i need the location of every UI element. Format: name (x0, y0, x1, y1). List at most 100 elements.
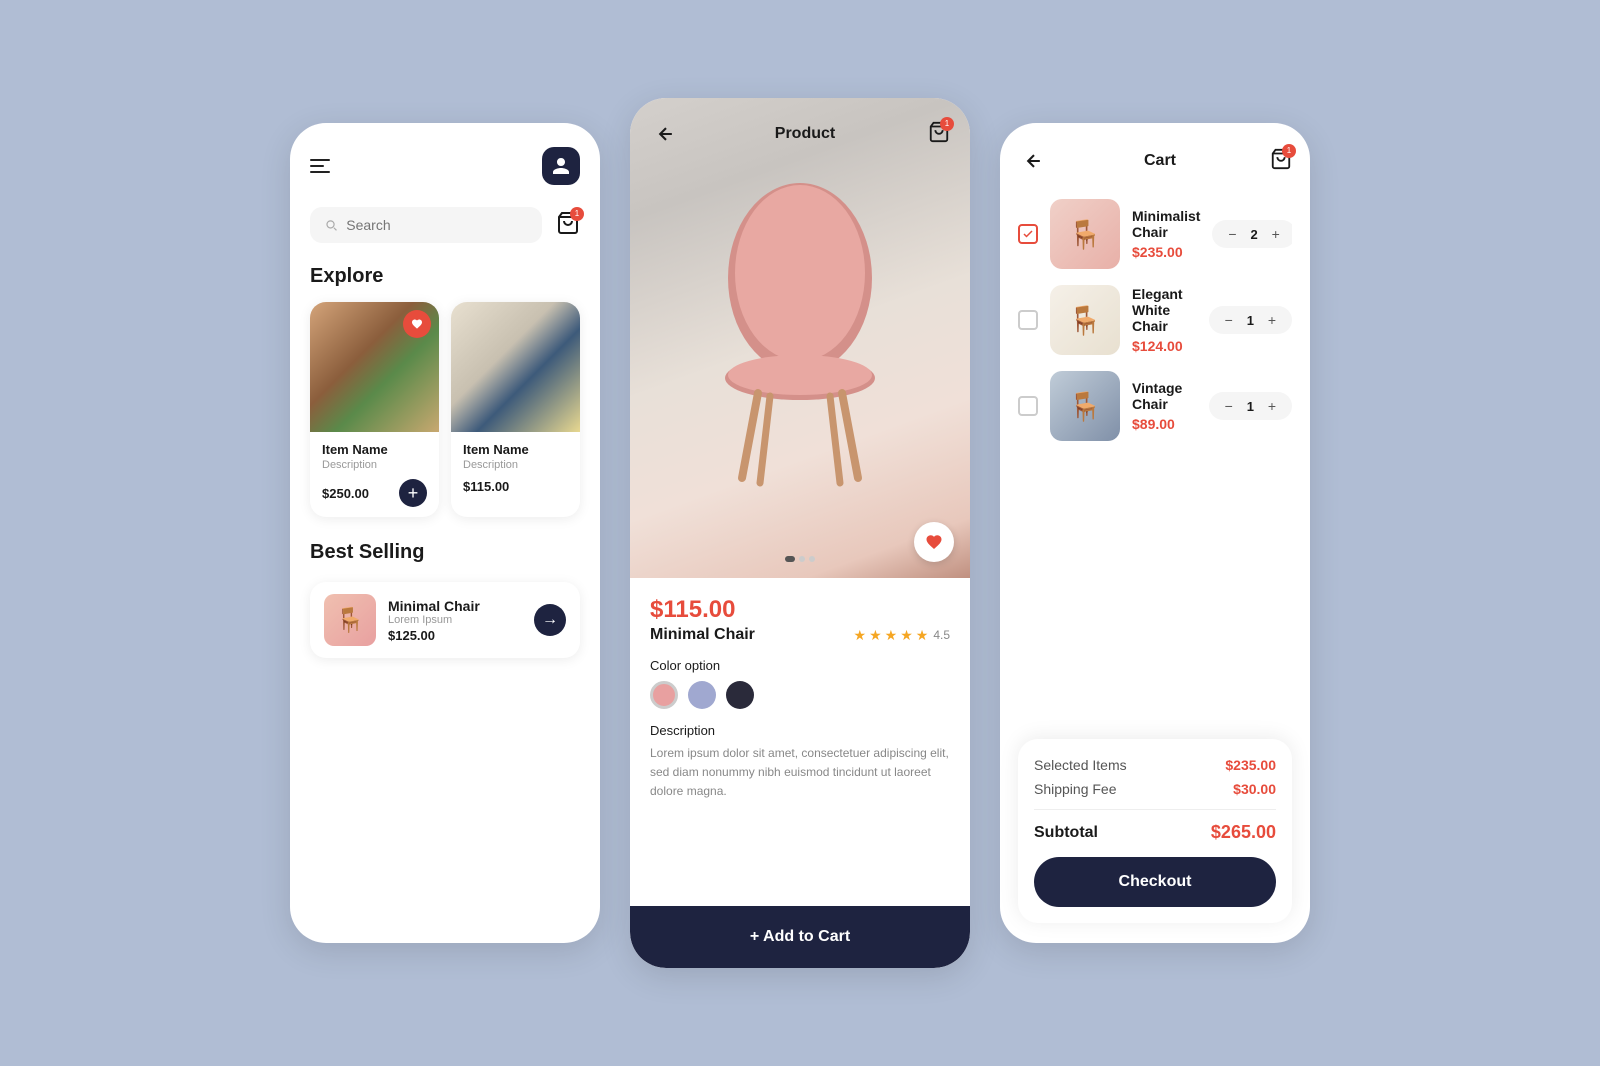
cart-screen: Cart 1 🪑 Minimalist Chair $235.00 − 2 (1000, 123, 1310, 943)
cart-button[interactable]: 1 (556, 211, 580, 240)
cart-item-details-1: Minimalist Chair $235.00 (1132, 208, 1200, 260)
description-label: Description (650, 723, 950, 738)
star-2: ★ (869, 627, 882, 644)
qty-control-1: − 2 + (1212, 220, 1292, 248)
best-selling-image: 🪑 (324, 594, 376, 646)
best-selling-sub: Lorem Ipsum (388, 614, 522, 626)
product-cart-button[interactable]: 1 (928, 121, 950, 148)
cart-item-1: 🪑 Minimalist Chair $235.00 − 2 + (1018, 199, 1292, 269)
product-price-large: $115.00 (650, 596, 950, 624)
checkout-label: Checkout (1119, 873, 1192, 890)
cart-item-name-3: Vintage Chair (1132, 380, 1197, 412)
cart-checkbox-1[interactable] (1018, 224, 1038, 244)
home-screen: 1 Explore Item Name Description $250.00 … (290, 123, 600, 943)
shipping-fee-row: Shipping Fee $30.00 (1034, 781, 1276, 797)
best-selling-info: Minimal Chair Lorem Ipsum $125.00 (388, 598, 522, 643)
best-selling-name: Minimal Chair (388, 598, 522, 614)
cart-item-details-2: Elegant White Chair $124.00 (1132, 286, 1197, 354)
stars-row: ★ ★ ★ ★ ★ 4.5 (854, 627, 951, 644)
product-header: Product 1 (650, 118, 950, 150)
selected-items-value: $235.00 (1225, 757, 1276, 773)
product-price-1: $250.00 (322, 486, 369, 501)
subtotal-label: Subtotal (1034, 824, 1098, 842)
product-screen: Product 1 (630, 98, 970, 968)
dot-1 (785, 556, 795, 562)
cart-item-price-1: $235.00 (1132, 244, 1200, 260)
cart-checkbox-2[interactable] (1018, 310, 1038, 330)
product-card-1[interactable]: Item Name Description $250.00 + (310, 302, 439, 517)
back-button[interactable] (650, 118, 682, 150)
cart-item-image-2: 🪑 (1050, 285, 1120, 355)
menu-icon[interactable] (310, 159, 330, 173)
color-option-label: Color option (650, 658, 950, 673)
qty-number-2: 1 (1247, 313, 1254, 328)
cart-page-title: Cart (1144, 152, 1176, 170)
explore-title: Explore (310, 265, 580, 288)
search-box[interactable] (310, 207, 542, 243)
chair-illustration (690, 168, 910, 508)
cart-item-details-3: Vintage Chair $89.00 (1132, 380, 1197, 432)
star-3: ★ (885, 627, 898, 644)
favorite-button-1[interactable] (403, 310, 431, 338)
star-1: ★ (854, 627, 867, 644)
search-row: 1 (310, 207, 580, 243)
checkout-button[interactable]: Checkout (1034, 857, 1276, 907)
color-dark[interactable] (726, 681, 754, 709)
home-header (310, 147, 580, 185)
user-avatar-button[interactable] (542, 147, 580, 185)
cart-header-cart-button[interactable]: 1 (1270, 148, 1292, 175)
subtotal-row: Subtotal $265.00 (1034, 822, 1276, 843)
explore-grid: Item Name Description $250.00 + Item Nam… (310, 302, 580, 517)
cart-header-badge: 1 (1282, 144, 1296, 158)
product-page-title: Product (775, 125, 835, 143)
shipping-fee-label: Shipping Fee (1034, 781, 1117, 797)
qty-decrease-3[interactable]: − (1219, 396, 1239, 416)
description-text: Lorem ipsum dolor sit amet, consectetuer… (650, 744, 950, 802)
cart-item-name-1: Minimalist Chair (1132, 208, 1200, 240)
qty-increase-1[interactable]: + (1266, 224, 1286, 244)
product-desc-1: Description (322, 459, 427, 471)
add-to-cart-button[interactable]: + Add to Cart (630, 906, 970, 968)
product-hero-image: Product 1 (630, 98, 970, 578)
product-info-1: Item Name Description $250.00 + (310, 432, 439, 517)
product-card-2[interactable]: Item Name Description $115.00 (451, 302, 580, 517)
rating-number: 4.5 (933, 628, 950, 642)
qty-decrease-2[interactable]: − (1219, 310, 1239, 330)
best-selling-title: Best Selling (310, 541, 580, 564)
product-image-1 (310, 302, 439, 432)
subtotal-value: $265.00 (1211, 822, 1276, 843)
product-favorite-button[interactable] (914, 522, 954, 562)
qty-control-2: − 1 + (1209, 306, 1292, 334)
summary-divider (1034, 809, 1276, 810)
color-lavender[interactable] (688, 681, 716, 709)
image-dots (785, 556, 815, 562)
qty-decrease-1[interactable]: − (1222, 224, 1242, 244)
dot-2 (799, 556, 805, 562)
cart-checkbox-3[interactable] (1018, 396, 1038, 416)
star-4: ★ (900, 627, 913, 644)
cart-item-image-1: 🪑 (1050, 199, 1120, 269)
search-input[interactable] (346, 217, 528, 233)
product-title-row: Minimal Chair ★ ★ ★ ★ ★ 4.5 (650, 626, 950, 644)
qty-increase-3[interactable]: + (1262, 396, 1282, 416)
cart-back-button[interactable] (1018, 145, 1050, 177)
star-5: ★ (916, 627, 929, 644)
best-selling-price: $125.00 (388, 628, 522, 643)
cart-item-2: 🪑 Elegant White Chair $124.00 − 1 + (1018, 285, 1292, 355)
product-name-1: Item Name (322, 442, 427, 457)
cart-item-3: 🪑 Vintage Chair $89.00 − 1 + (1018, 371, 1292, 441)
selected-items-row: Selected Items $235.00 (1034, 757, 1276, 773)
search-icon (324, 217, 338, 233)
qty-increase-2[interactable]: + (1262, 310, 1282, 330)
color-pink[interactable] (650, 681, 678, 709)
product-info-2: Item Name Description $115.00 (451, 432, 580, 504)
product-price-row-2: $115.00 (463, 479, 568, 494)
best-selling-arrow[interactable]: → (534, 604, 566, 636)
best-selling-item[interactable]: 🪑 Minimal Chair Lorem Ipsum $125.00 → (310, 582, 580, 658)
cart-header: Cart 1 (1018, 145, 1292, 177)
qty-control-3: − 1 + (1209, 392, 1292, 420)
selected-items-label: Selected Items (1034, 757, 1127, 773)
cart-summary: Selected Items $235.00 Shipping Fee $30.… (1018, 739, 1292, 923)
product-price-2: $115.00 (463, 479, 509, 494)
add-button-1[interactable]: + (399, 479, 427, 507)
